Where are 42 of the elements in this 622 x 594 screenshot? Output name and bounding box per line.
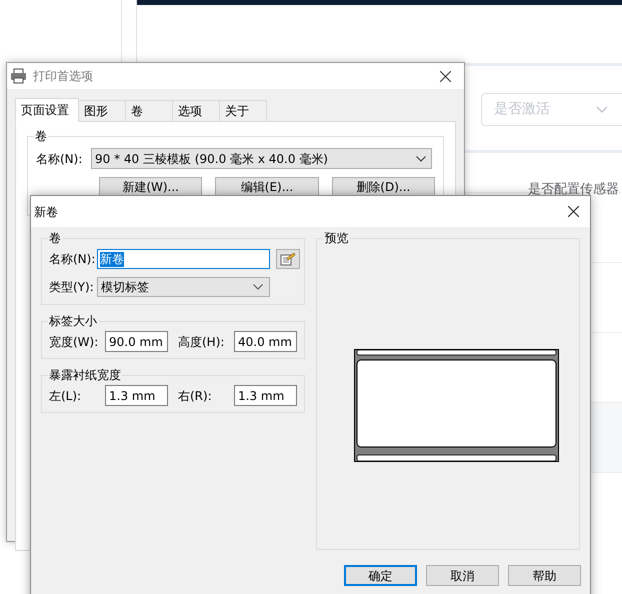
dialog-button[interactable]: 删除(D)...: [332, 177, 435, 197]
window-title: 打印首选项: [33, 68, 93, 85]
dropdown-value: 模切标签: [101, 279, 149, 296]
dialog-button[interactable]: 取消: [426, 565, 499, 586]
input-field[interactable]: 1.3 mm: [234, 385, 297, 406]
dialog-button[interactable]: 新建(W)...: [99, 177, 202, 197]
input-field[interactable]: 40.0 mm: [234, 331, 297, 352]
group-title: 标签大小: [48, 313, 98, 329]
printer-icon: [10, 68, 27, 84]
group-title: 卷: [48, 230, 62, 246]
tab[interactable]: 关于: [219, 100, 267, 122]
dialog-button[interactable]: 编辑(E)...: [215, 177, 319, 197]
input-field[interactable]: 新卷: [97, 249, 270, 269]
chevron-down-icon: [596, 106, 608, 114]
select-placeholder: 是否激活: [494, 100, 550, 119]
close-icon[interactable]: [568, 206, 579, 217]
document-pen-icon: [280, 252, 296, 266]
field-label: 名称(N):: [36, 150, 84, 168]
field-label: 类型(Y):: [49, 279, 95, 296]
input-field[interactable]: 90.0 mm: [105, 331, 168, 352]
column-header: 是否配置传感器: [528, 181, 619, 199]
group-title: 卷: [34, 128, 48, 144]
field-label: 右(R):: [178, 388, 213, 404]
chevron-down-icon: [253, 284, 263, 290]
dialog-button[interactable]: 确定: [344, 565, 417, 586]
group-title: 预览: [323, 230, 350, 246]
field-label: 宽度(W):: [49, 334, 100, 350]
window-title: 新卷: [34, 204, 58, 220]
field-label: 高度(H):: [178, 334, 226, 350]
close-icon[interactable]: [440, 70, 451, 82]
field-label: 名称(N):: [49, 251, 96, 268]
roll-combobox[interactable]: 90 * 40 三棱模板 (90.0 毫米 x 40.0 毫米): [91, 148, 432, 169]
field-label: 左(L):: [49, 388, 82, 404]
browse-button[interactable]: [276, 249, 300, 269]
group-title: 暴露衬纸宽度: [48, 367, 122, 383]
input-field[interactable]: 1.3 mm: [105, 385, 168, 406]
tab[interactable]: 页面设置: [15, 98, 79, 122]
combobox-value: 90 * 40 三棱模板 (90.0 毫米 x 40.0 毫米): [95, 150, 328, 168]
chevron-down-icon: [416, 156, 426, 162]
type-dropdown[interactable]: 模切标签: [97, 277, 270, 297]
dialog-button[interactable]: 帮助: [508, 565, 581, 586]
field-value: 新卷: [100, 252, 124, 266]
